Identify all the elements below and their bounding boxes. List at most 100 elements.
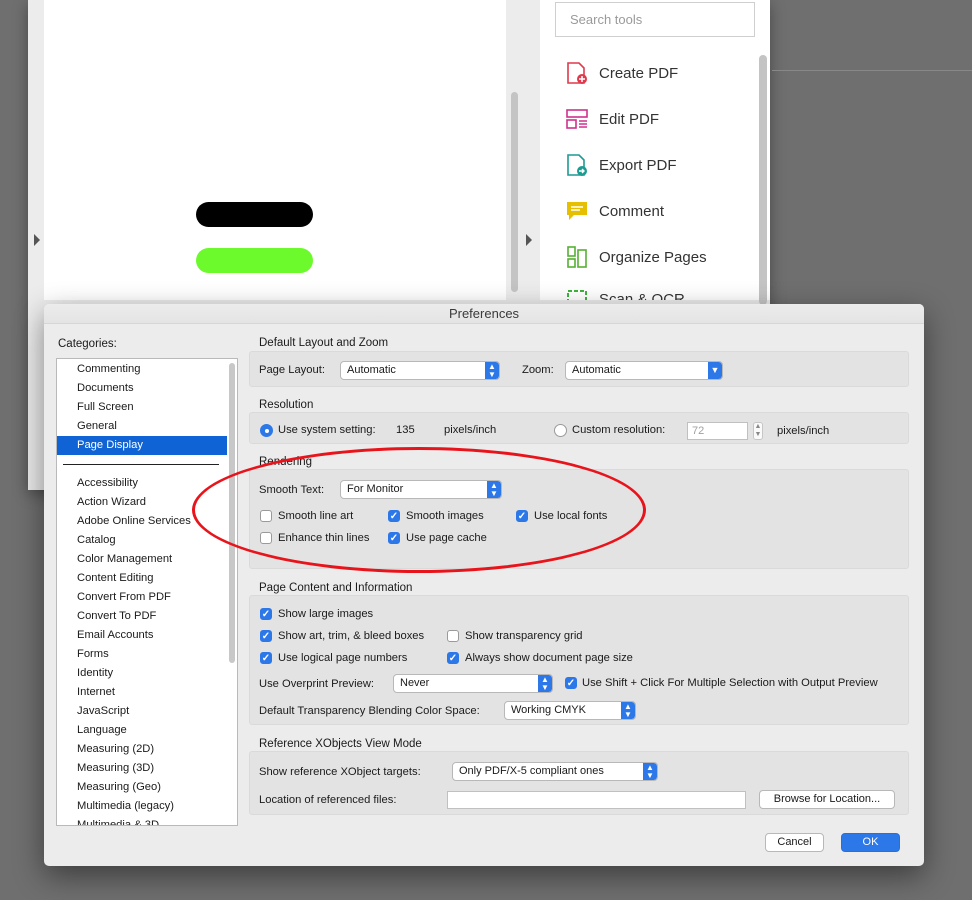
category-item[interactable]: Identity xyxy=(57,664,227,683)
category-item[interactable]: Color Management xyxy=(57,550,227,569)
left-panel-expand-icon[interactable] xyxy=(34,234,40,246)
category-item[interactable]: Convert From PDF xyxy=(57,588,227,607)
always-show-page-size-label: Always show document page size xyxy=(465,652,633,664)
show-transparency-grid-checkbox[interactable] xyxy=(447,630,459,642)
page-content-group: ✓ Show large images ✓ Show art, trim, & … xyxy=(249,595,909,725)
resolution-stepper[interactable]: ▲ ▼ xyxy=(753,422,763,440)
custom-resolution-radio[interactable] xyxy=(554,424,567,437)
zoom-select[interactable]: Automatic ▼ xyxy=(565,361,723,380)
overprint-preview-value: Never xyxy=(400,677,430,689)
custom-resolution-field[interactable]: 72 xyxy=(687,422,748,440)
resolution-group: Use system setting: 135 pixels/inch Cust… xyxy=(249,412,909,444)
use-page-cache-checkbox[interactable]: ✓ xyxy=(388,532,400,544)
categories-scrollbar[interactable] xyxy=(229,363,235,663)
show-transparency-grid-label: Show transparency grid xyxy=(465,630,583,642)
shift-click-checkbox[interactable]: ✓ xyxy=(565,677,577,689)
tool-comment[interactable]: Comment xyxy=(565,196,664,226)
show-large-images-label: Show large images xyxy=(278,608,374,620)
document-scroll-thumb[interactable] xyxy=(511,92,518,292)
smooth-text-select[interactable]: For Monitor ▲ ▼ xyxy=(340,480,502,499)
zoom-value: Automatic xyxy=(572,364,621,376)
category-item[interactable]: General xyxy=(57,417,227,436)
layout-group: Page Layout: Automatic ▲ ▼ Zoom: Automati… xyxy=(249,351,909,387)
cancel-button[interactable]: Cancel xyxy=(765,833,824,852)
comment-icon xyxy=(565,199,589,223)
category-item[interactable]: Internet xyxy=(57,683,227,702)
category-item[interactable]: Measuring (Geo) xyxy=(57,778,227,797)
category-item[interactable]: Full Screen xyxy=(57,398,227,417)
search-tools-input[interactable]: Search tools xyxy=(555,2,755,37)
tool-export-pdf[interactable]: Export PDF xyxy=(565,150,677,180)
right-panel-collapse-icon[interactable] xyxy=(526,234,532,246)
overprint-preview-select[interactable]: Never ▲ ▼ xyxy=(393,674,553,693)
tool-scan-ocr[interactable]: Scan & OCR xyxy=(565,288,685,300)
tool-create-pdf[interactable]: Create PDF xyxy=(565,58,678,88)
green-pill-shape xyxy=(196,248,313,273)
category-item[interactable]: Language xyxy=(57,721,227,740)
browse-location-button[interactable]: Browse for Location... xyxy=(759,790,895,809)
category-item[interactable]: Multimedia & 3D xyxy=(57,816,227,825)
smooth-text-value: For Monitor xyxy=(347,483,404,495)
category-item[interactable]: Convert To PDF xyxy=(57,607,227,626)
always-show-page-size-checkbox[interactable]: ✓ xyxy=(447,652,459,664)
logical-page-numbers-label: Use logical page numbers xyxy=(278,652,408,664)
category-item[interactable]: Commenting xyxy=(57,360,227,379)
category-item[interactable]: Email Accounts xyxy=(57,626,227,645)
category-item[interactable]: Documents xyxy=(57,379,227,398)
smooth-line-art-checkbox[interactable] xyxy=(260,510,272,522)
tool-edit-pdf[interactable]: Edit PDF xyxy=(565,104,659,134)
referenced-files-location-label: Location of referenced files: xyxy=(259,794,397,806)
overprint-preview-label: Use Overprint Preview: xyxy=(259,678,375,690)
organize-pages-icon xyxy=(565,245,589,269)
tool-label: Organize Pages xyxy=(599,248,707,266)
category-item[interactable]: Catalog xyxy=(57,531,227,550)
black-pill-shape xyxy=(196,202,313,227)
zoom-label: Zoom: xyxy=(522,364,554,376)
page-layout-value: Automatic xyxy=(347,364,396,376)
system-resolution-unit: pixels/inch xyxy=(444,424,497,436)
smooth-images-checkbox[interactable]: ✓ xyxy=(388,510,400,522)
category-item[interactable]: Measuring (3D) xyxy=(57,759,227,778)
category-item[interactable]: Multimedia (legacy) xyxy=(57,797,227,816)
custom-resolution-label: Custom resolution: xyxy=(572,424,666,436)
category-item[interactable]: Measuring (2D) xyxy=(57,740,227,759)
tool-organize-pages[interactable]: Organize Pages xyxy=(565,242,707,272)
show-art-trim-label: Show art, trim, & bleed boxes xyxy=(278,630,425,642)
show-large-images-checkbox[interactable]: ✓ xyxy=(260,608,272,620)
logical-page-numbers-checkbox[interactable]: ✓ xyxy=(260,652,272,664)
system-setting-label: Use system setting: xyxy=(278,424,376,436)
ok-button[interactable]: OK xyxy=(841,833,900,852)
category-item[interactable]: Page Display xyxy=(57,436,227,455)
updown-chevron-icon: ▲ ▼ xyxy=(643,763,657,780)
enhance-thin-lines-checkbox[interactable] xyxy=(260,532,272,544)
tool-label: Export PDF xyxy=(599,156,677,174)
categories-separator xyxy=(63,464,219,465)
category-item[interactable]: Adobe Online Services xyxy=(57,512,227,531)
updown-chevron-icon: ▲ ▼ xyxy=(487,481,501,498)
show-art-trim-checkbox[interactable]: ✓ xyxy=(260,630,272,642)
category-item[interactable]: JavaScript xyxy=(57,702,227,721)
tools-scroll-thumb[interactable] xyxy=(759,55,767,305)
category-item[interactable]: Action Wizard xyxy=(57,493,227,512)
blending-color-space-select[interactable]: Working CMYK ▲ ▼ xyxy=(504,701,636,720)
layout-section-title: Default Layout and Zoom xyxy=(259,337,389,349)
category-item[interactable]: Content Editing xyxy=(57,569,227,588)
xobject-targets-select[interactable]: Only PDF/X-5 compliant ones ▲ ▼ xyxy=(452,762,658,781)
system-resolution-value: 135 xyxy=(396,424,415,436)
category-item[interactable]: Forms xyxy=(57,645,227,664)
page-layout-select[interactable]: Automatic ▲ ▼ xyxy=(340,361,500,380)
category-item[interactable]: Accessibility xyxy=(57,474,227,493)
updown-chevron-icon: ▲ ▼ xyxy=(621,702,635,719)
xobject-targets-value: Only PDF/X-5 compliant ones xyxy=(459,765,604,777)
use-local-fonts-checkbox[interactable]: ✓ xyxy=(516,510,528,522)
categories-list: Commenting Documents Full Screen General Pag… xyxy=(56,358,238,826)
document-scrollbar[interactable] xyxy=(510,0,520,300)
edit-pdf-icon xyxy=(565,107,589,131)
use-page-cache-label: Use page cache xyxy=(406,532,487,544)
system-setting-radio[interactable] xyxy=(260,424,273,437)
preferences-dialog: Preferences Categories: Commenting Docume… xyxy=(44,304,924,866)
page-layout-label: Page Layout: xyxy=(259,364,325,376)
referenced-files-location-field[interactable] xyxy=(447,791,746,809)
blending-color-space-value: Working CMYK xyxy=(511,704,586,716)
resolution-section-title: Resolution xyxy=(259,399,314,411)
